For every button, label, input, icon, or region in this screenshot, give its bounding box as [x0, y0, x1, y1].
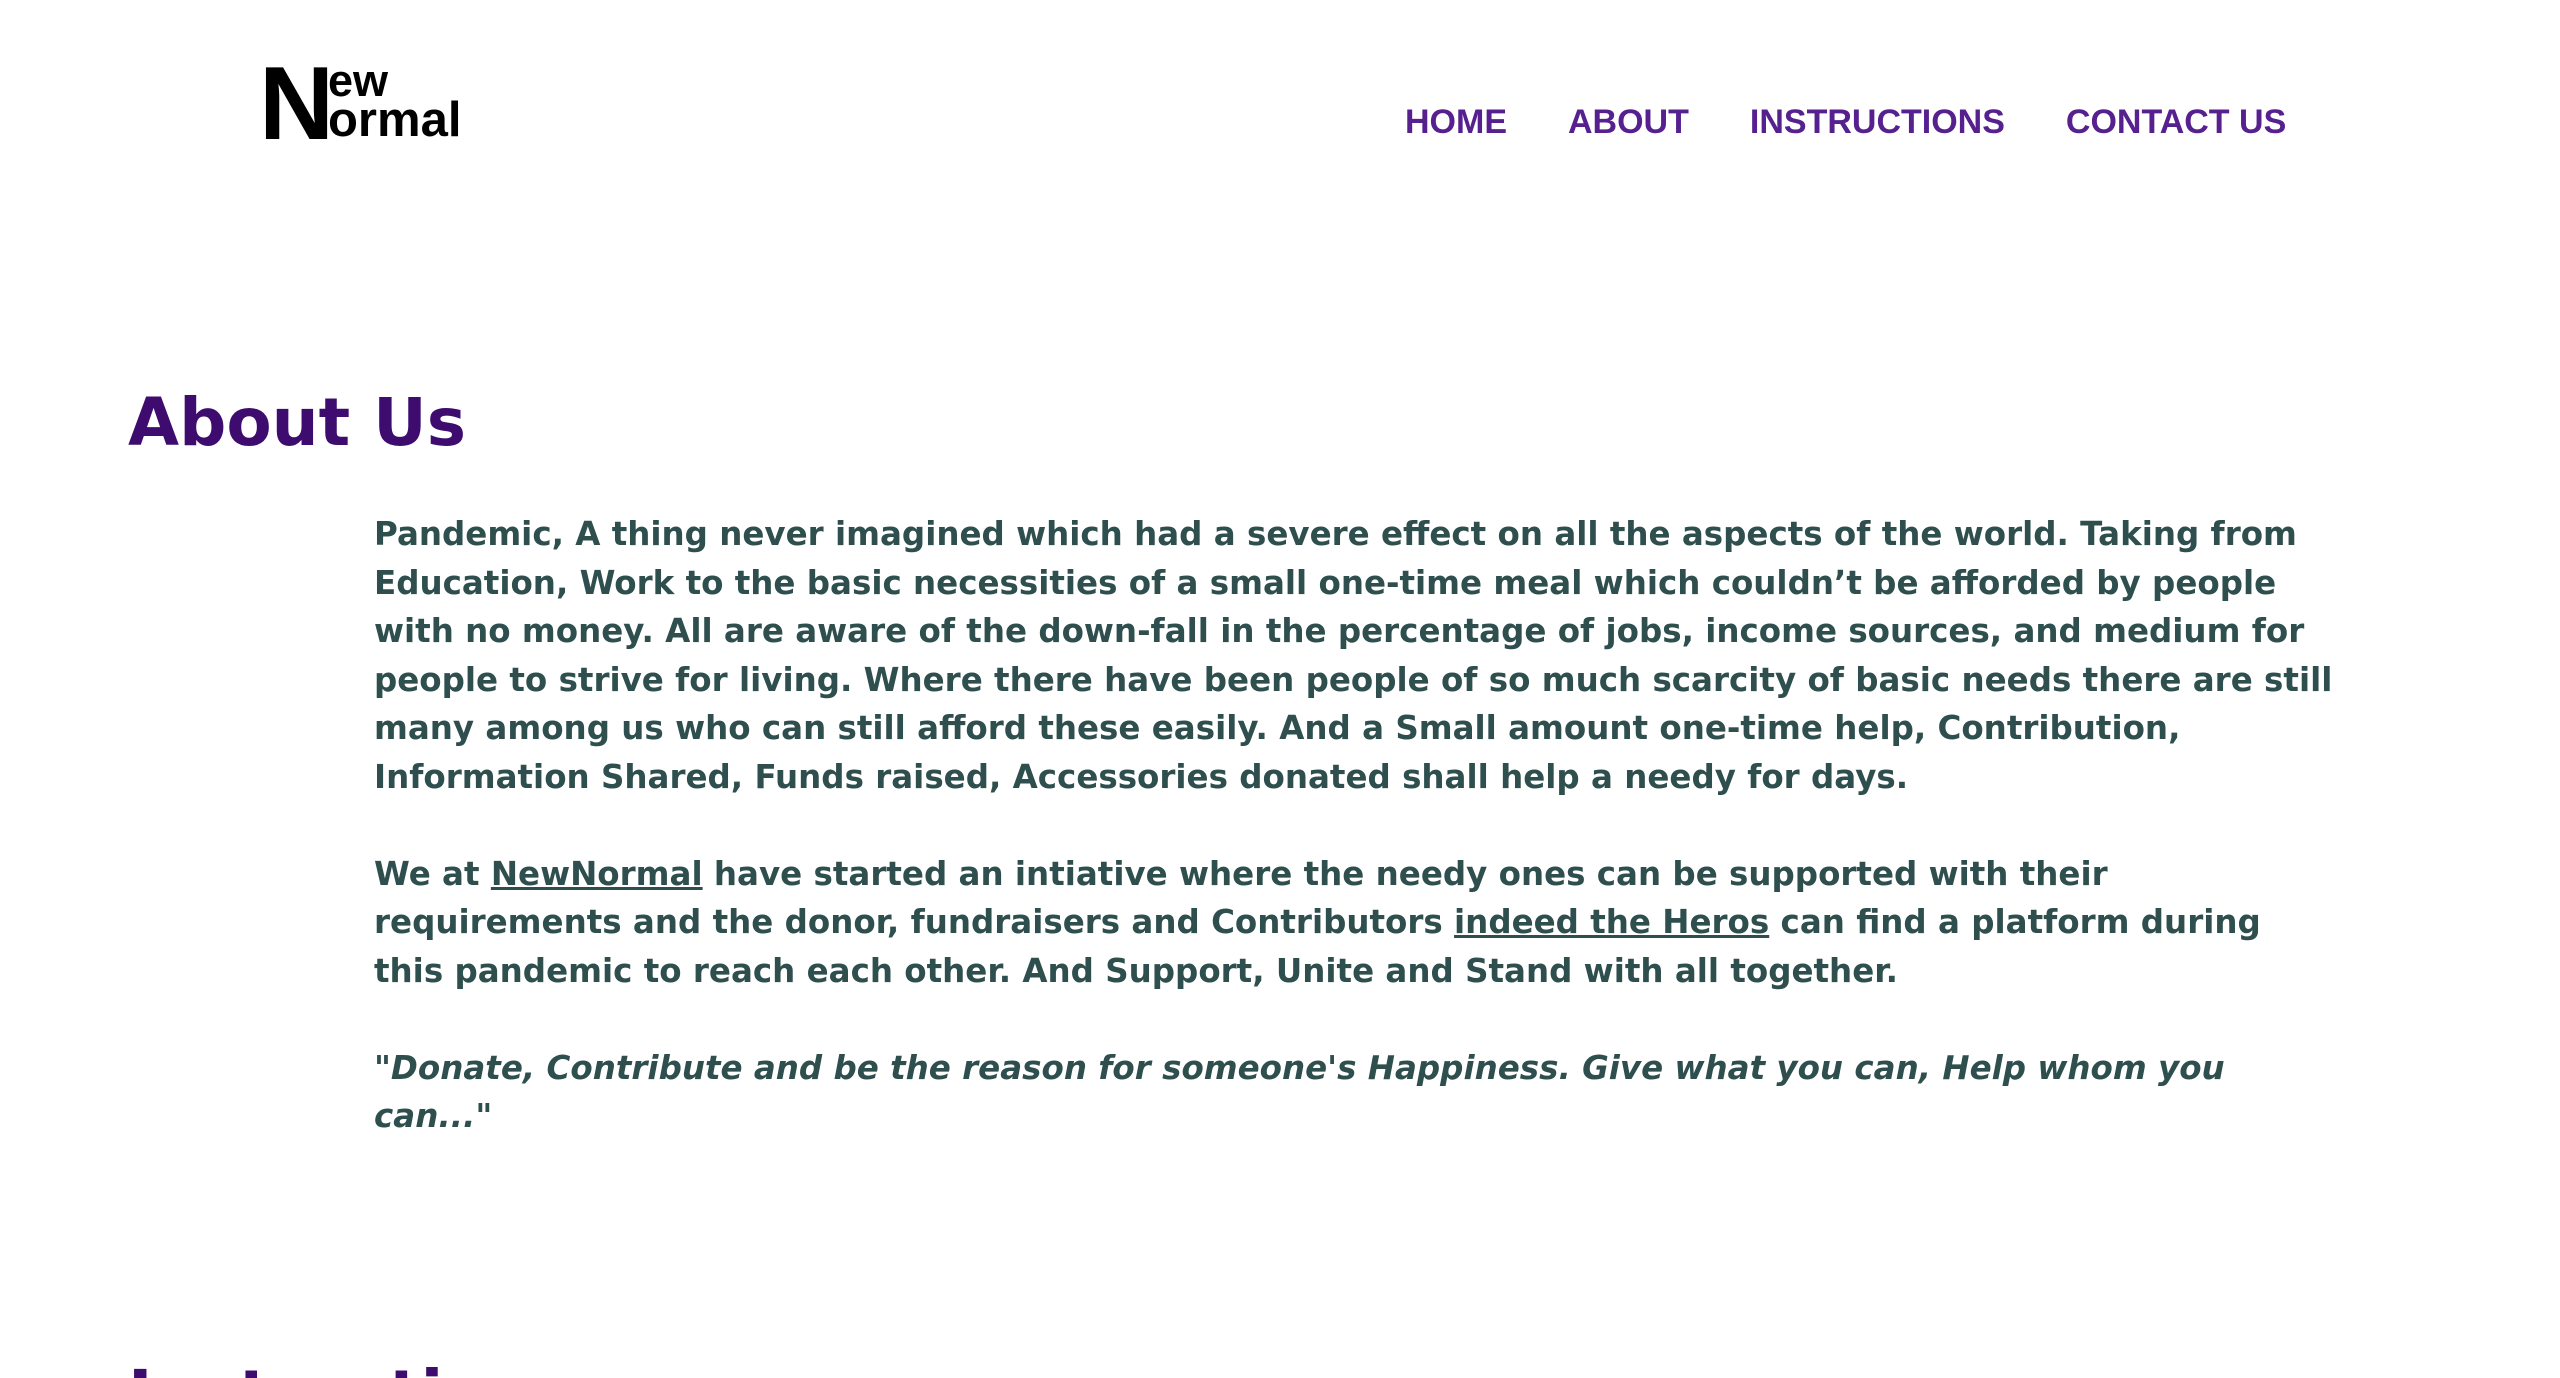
site-logo[interactable]: N ew ormal — [259, 52, 462, 156]
about-paragraph-2-intro: We at — [374, 854, 491, 893]
nav-link-about[interactable]: ABOUT — [1568, 100, 1689, 144]
about-body: Pandemic, A thing never imagined which h… — [374, 510, 2334, 1141]
logo-initial: N — [259, 46, 334, 162]
about-title: About Us — [128, 384, 467, 461]
nav-link-home[interactable]: HOME — [1405, 100, 1507, 144]
next-section-title: Instructions — [128, 1352, 575, 1378]
site-header: N ew ormal HOME ABOUT INSTRUCTIONS CONTA… — [0, 0, 2560, 200]
heros-link[interactable]: indeed the Heros — [1454, 903, 1769, 941]
nav-link-contact-us[interactable]: CONTACT US — [2066, 100, 2286, 144]
newnormal-link[interactable]: NewNormal — [491, 855, 703, 893]
page: N ew ormal HOME ABOUT INSTRUCTIONS CONTA… — [0, 0, 2560, 1378]
about-paragraph-2: We at NewNormal have started an intiativ… — [374, 850, 2334, 996]
nav-link-instructions[interactable]: INSTRUCTIONS — [1750, 100, 2005, 144]
logo-bottom-text: ormal — [328, 93, 462, 147]
about-paragraph-1: Pandemic, A thing never imagined which h… — [374, 515, 2333, 796]
main-nav: HOME ABOUT INSTRUCTIONS CONTACT US — [1405, 100, 2286, 144]
about-quote: "Donate, Contribute and be the reason fo… — [374, 1048, 2225, 1136]
